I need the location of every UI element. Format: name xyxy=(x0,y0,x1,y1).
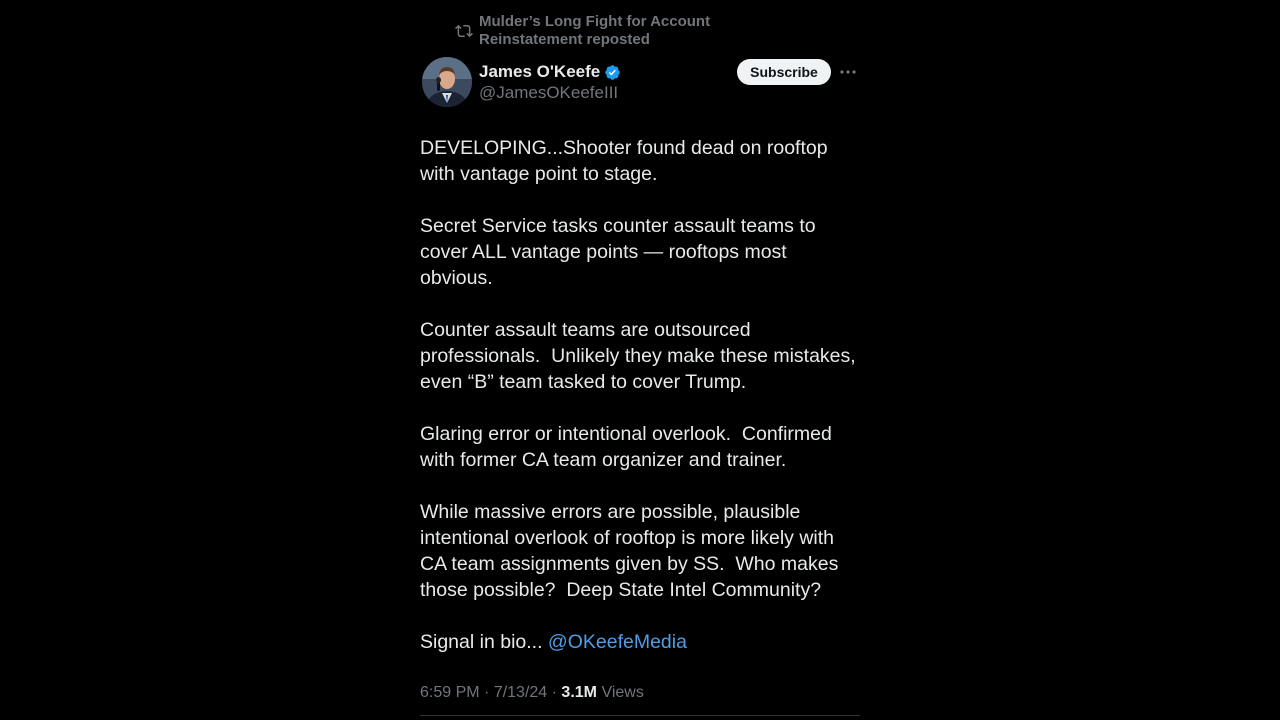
verified-badge-icon xyxy=(605,64,620,80)
views-label: Views xyxy=(597,684,644,701)
meta-separator: · xyxy=(479,684,494,701)
author-name-row[interactable]: James O'Keefe xyxy=(479,60,621,84)
tweet-paragraph: Secret Service tasks counter assault tea… xyxy=(420,215,822,289)
mention-link[interactable]: @OKeefeMedia xyxy=(548,631,687,653)
avatar-image xyxy=(422,57,472,107)
tweet-meta: 6:59 PM · 7/13/24 · 3.1M Views xyxy=(420,682,644,704)
tweet-paragraph-last: Signal in bio... @OKeefeMedia xyxy=(420,629,860,655)
tweet: Mulder’s Long Fight for Account Reinstat… xyxy=(420,0,860,720)
meta-separator: · xyxy=(547,684,562,701)
avatar[interactable] xyxy=(422,57,472,107)
tweet-text: DEVELOPING...Shooter found dead on rooft… xyxy=(420,135,860,655)
tweet-paragraph: While massive errors are possible, plaus… xyxy=(420,501,844,601)
repost-text: Mulder’s Long Fight for Account Reinstat… xyxy=(479,13,711,48)
signal-text: Signal in bio... xyxy=(420,631,548,653)
author-name[interactable]: James O'Keefe xyxy=(479,62,600,82)
tweet-paragraph: Counter assault teams are outsourced pro… xyxy=(420,319,862,393)
views-count: 3.1M xyxy=(561,684,597,701)
author-handle[interactable]: @JamesOKeefeIII xyxy=(479,83,618,103)
divider xyxy=(420,715,860,716)
subscribe-button[interactable]: Subscribe xyxy=(737,59,831,85)
tweet-paragraph: Glaring error or intentional overlook. C… xyxy=(420,423,838,471)
more-options-icon[interactable] xyxy=(838,63,858,81)
tweet-paragraph: DEVELOPING...Shooter found dead on rooft… xyxy=(420,137,834,185)
repost-icon xyxy=(455,24,473,38)
tweet-date[interactable]: 7/13/24 xyxy=(494,684,547,701)
tweet-time[interactable]: 6:59 PM xyxy=(420,684,480,701)
